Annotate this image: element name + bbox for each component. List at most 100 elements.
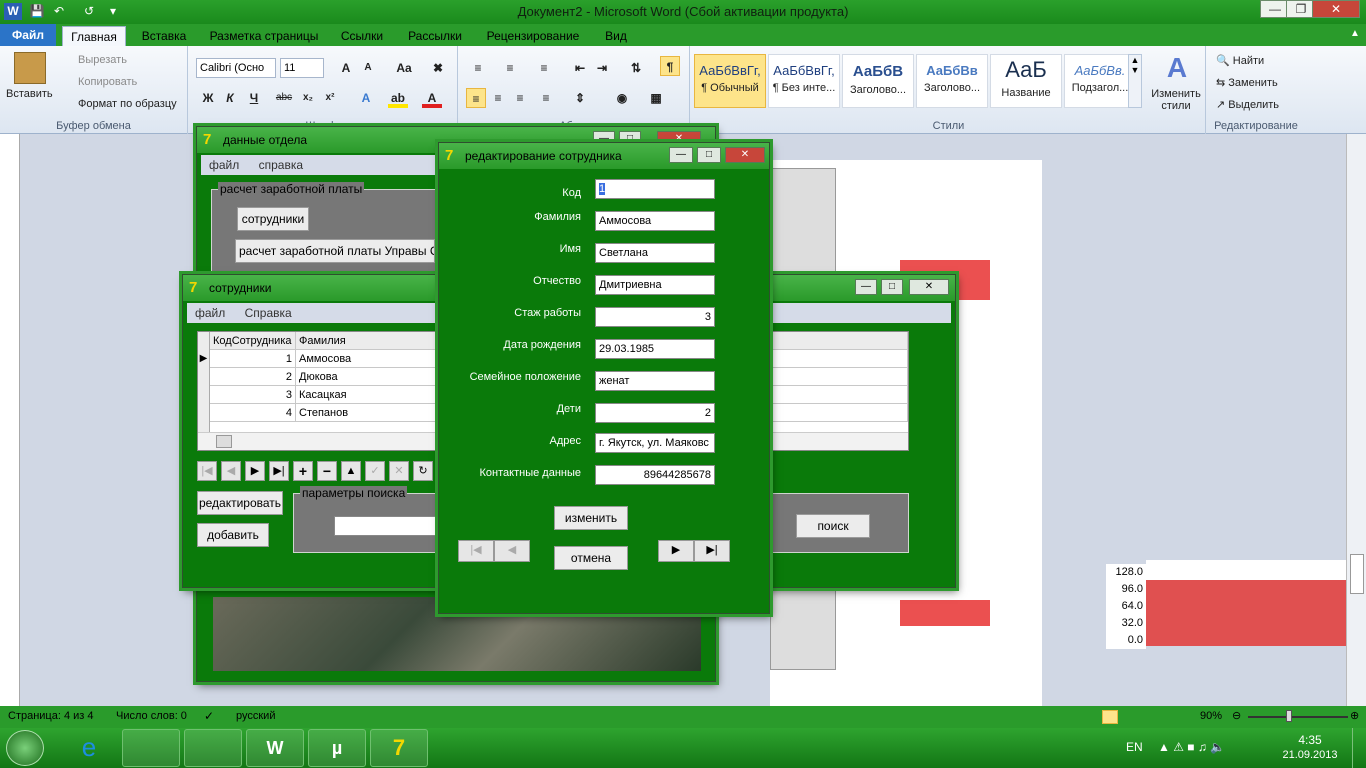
marital-status-field[interactable]: женат <box>595 371 715 391</box>
ie-icon[interactable]: e <box>60 729 118 767</box>
zoom-out-icon[interactable]: ⊖ <box>1232 709 1241 722</box>
close-button[interactable]: ✕ <box>909 279 949 295</box>
shrink-font-button[interactable]: A <box>358 58 378 78</box>
explorer-icon[interactable] <box>122 729 180 767</box>
minimize-button[interactable]: — <box>669 147 693 163</box>
line-spacing-icon[interactable]: ⇕ <box>570 88 590 108</box>
print-layout-icon[interactable] <box>1102 710 1118 724</box>
search-button[interactable]: поиск <box>796 514 870 538</box>
scrollbar-thumb[interactable] <box>1350 554 1364 594</box>
prev-record-button[interactable]: ◀ <box>221 461 241 481</box>
last-record-button[interactable]: ▶| <box>269 461 289 481</box>
text-effects-button[interactable]: A <box>356 88 376 108</box>
copy-button[interactable]: Копировать <box>78 76 137 88</box>
align-right-button[interactable]: ≡ <box>510 88 530 108</box>
font-color-button[interactable]: A <box>422 88 442 108</box>
paste-button[interactable]: Вставить <box>6 88 53 100</box>
change-case-button[interactable]: Aa <box>394 58 414 78</box>
sort-icon[interactable]: ⇅ <box>626 58 646 78</box>
tab-insert[interactable]: Вставка <box>134 26 194 46</box>
cut-button[interactable]: Вырезать <box>78 54 127 66</box>
search-input[interactable] <box>334 516 444 536</box>
style-heading2[interactable]: АаБбВв Заголово... <box>916 54 988 108</box>
tab-references[interactable]: Ссылки <box>334 26 390 46</box>
birthdate-field[interactable]: 29.03.1985 <box>595 339 715 359</box>
zoom-in-icon[interactable]: ⊕ <box>1350 709 1359 722</box>
borders-icon[interactable]: ▦ <box>646 88 666 108</box>
edit-record-button[interactable]: ▲ <box>341 461 361 481</box>
code-field[interactable]: 1 <box>595 179 715 199</box>
next-record-button[interactable]: ▶ <box>658 540 694 562</box>
column-header[interactable]: КодСотрудника <box>210 332 296 350</box>
justify-button[interactable]: ≡ <box>536 88 556 108</box>
style-title[interactable]: АаБ Название <box>990 54 1062 108</box>
utorrent-icon[interactable]: µ <box>308 729 366 767</box>
tab-page-layout[interactable]: Разметка страницы <box>204 26 324 46</box>
word-taskbar-icon[interactable]: W <box>246 729 304 767</box>
tab-home[interactable]: Главная <box>62 26 126 46</box>
find-button[interactable]: 🔍 Найти <box>1216 54 1264 67</box>
clock-date[interactable]: 21.09.2013 <box>1274 749 1346 761</box>
numbering-icon[interactable]: ≡ <box>500 58 520 78</box>
underline-button[interactable]: Ч <box>244 88 264 108</box>
prev-record-button[interactable]: ◀ <box>494 540 530 562</box>
bullets-icon[interactable]: ≡ <box>468 58 488 78</box>
input-language[interactable]: EN <box>1126 740 1143 754</box>
page-count[interactable]: Страница: 4 из 4 <box>8 710 94 722</box>
cancel-button[interactable]: отмена <box>554 546 628 570</box>
collapse-ribbon-icon[interactable]: ▲ <box>1350 28 1364 42</box>
align-center-button[interactable]: ≡ <box>488 88 508 108</box>
cancel-record-button[interactable]: ✕ <box>389 461 409 481</box>
post-record-button[interactable]: ✓ <box>365 461 385 481</box>
style-normal[interactable]: АаБбВвГг, ¶ Обычный <box>694 54 766 108</box>
replace-button[interactable]: ⇆ Заменить <box>1216 76 1278 89</box>
experience-field[interactable]: 3 <box>595 307 715 327</box>
style-subtitle[interactable]: АаБбВв. Подзагол... <box>1064 54 1136 108</box>
font-name-select[interactable]: Calibri (Осно <box>196 58 276 78</box>
vertical-scrollbar[interactable] <box>1346 134 1366 706</box>
address-field[interactable]: г. Якутск, ул. Маяковс <box>595 433 715 453</box>
font-size-select[interactable]: 11 <box>280 58 324 78</box>
zoom-level[interactable]: 90% <box>1200 710 1222 722</box>
first-record-button[interactable]: |◀ <box>197 461 217 481</box>
minimize-button[interactable]: — <box>855 279 877 295</box>
zoom-slider[interactable] <box>1248 716 1348 718</box>
grow-font-button[interactable]: A <box>336 58 356 78</box>
tab-mailings[interactable]: Рассылки <box>400 26 470 46</box>
menu-file[interactable]: файл <box>209 158 239 172</box>
next-record-button[interactable]: ▶ <box>245 461 265 481</box>
show-desktop-button[interactable] <box>1352 728 1366 768</box>
menu-help[interactable]: справка <box>259 158 303 172</box>
children-field[interactable]: 2 <box>595 403 715 423</box>
multilevel-list-icon[interactable]: ≡ <box>534 58 554 78</box>
close-button[interactable]: ✕ <box>725 147 765 163</box>
tab-review[interactable]: Рецензирование <box>478 26 588 46</box>
add-record-button[interactable]: + <box>293 461 313 481</box>
tab-view[interactable]: Вид <box>596 26 636 46</box>
menu-file[interactable]: файл <box>195 306 225 320</box>
increase-indent-icon[interactable]: ⇥ <box>592 58 612 78</box>
language[interactable]: русский <box>236 710 275 722</box>
change-styles-button[interactable]: Изменить стили <box>1146 88 1206 112</box>
subscript-button[interactable]: x₂ <box>298 88 318 108</box>
contacts-field[interactable]: 89644285678 <box>595 465 715 485</box>
media-player-icon[interactable] <box>184 729 242 767</box>
staff-button[interactable]: сотрудники <box>237 207 309 231</box>
style-no-spacing[interactable]: АаБбВвГг, ¶ Без инте... <box>768 54 840 108</box>
first-record-button[interactable]: |◀ <box>458 540 494 562</box>
change-button[interactable]: изменить <box>554 506 628 530</box>
surname-field[interactable]: Аммосова <box>595 211 715 231</box>
superscript-button[interactable]: x² <box>320 88 340 108</box>
format-painter-button[interactable]: Формат по образцу <box>78 98 177 110</box>
close-button[interactable]: ✕ <box>1312 0 1360 18</box>
decrease-indent-icon[interactable]: ⇤ <box>570 58 590 78</box>
last-record-button[interactable]: ▶| <box>694 540 730 562</box>
maximize-button[interactable]: □ <box>881 279 903 295</box>
salary-button[interactable]: расчет заработной платы Управы Стр <box>235 239 435 263</box>
maximize-button[interactable]: □ <box>697 147 721 163</box>
style-heading1[interactable]: АаБбВ Заголово... <box>842 54 914 108</box>
refresh-button[interactable]: ↻ <box>413 461 433 481</box>
align-left-button[interactable]: ≡ <box>466 88 486 108</box>
name-field[interactable]: Светлана <box>595 243 715 263</box>
edit-button[interactable]: редактировать <box>197 491 283 515</box>
